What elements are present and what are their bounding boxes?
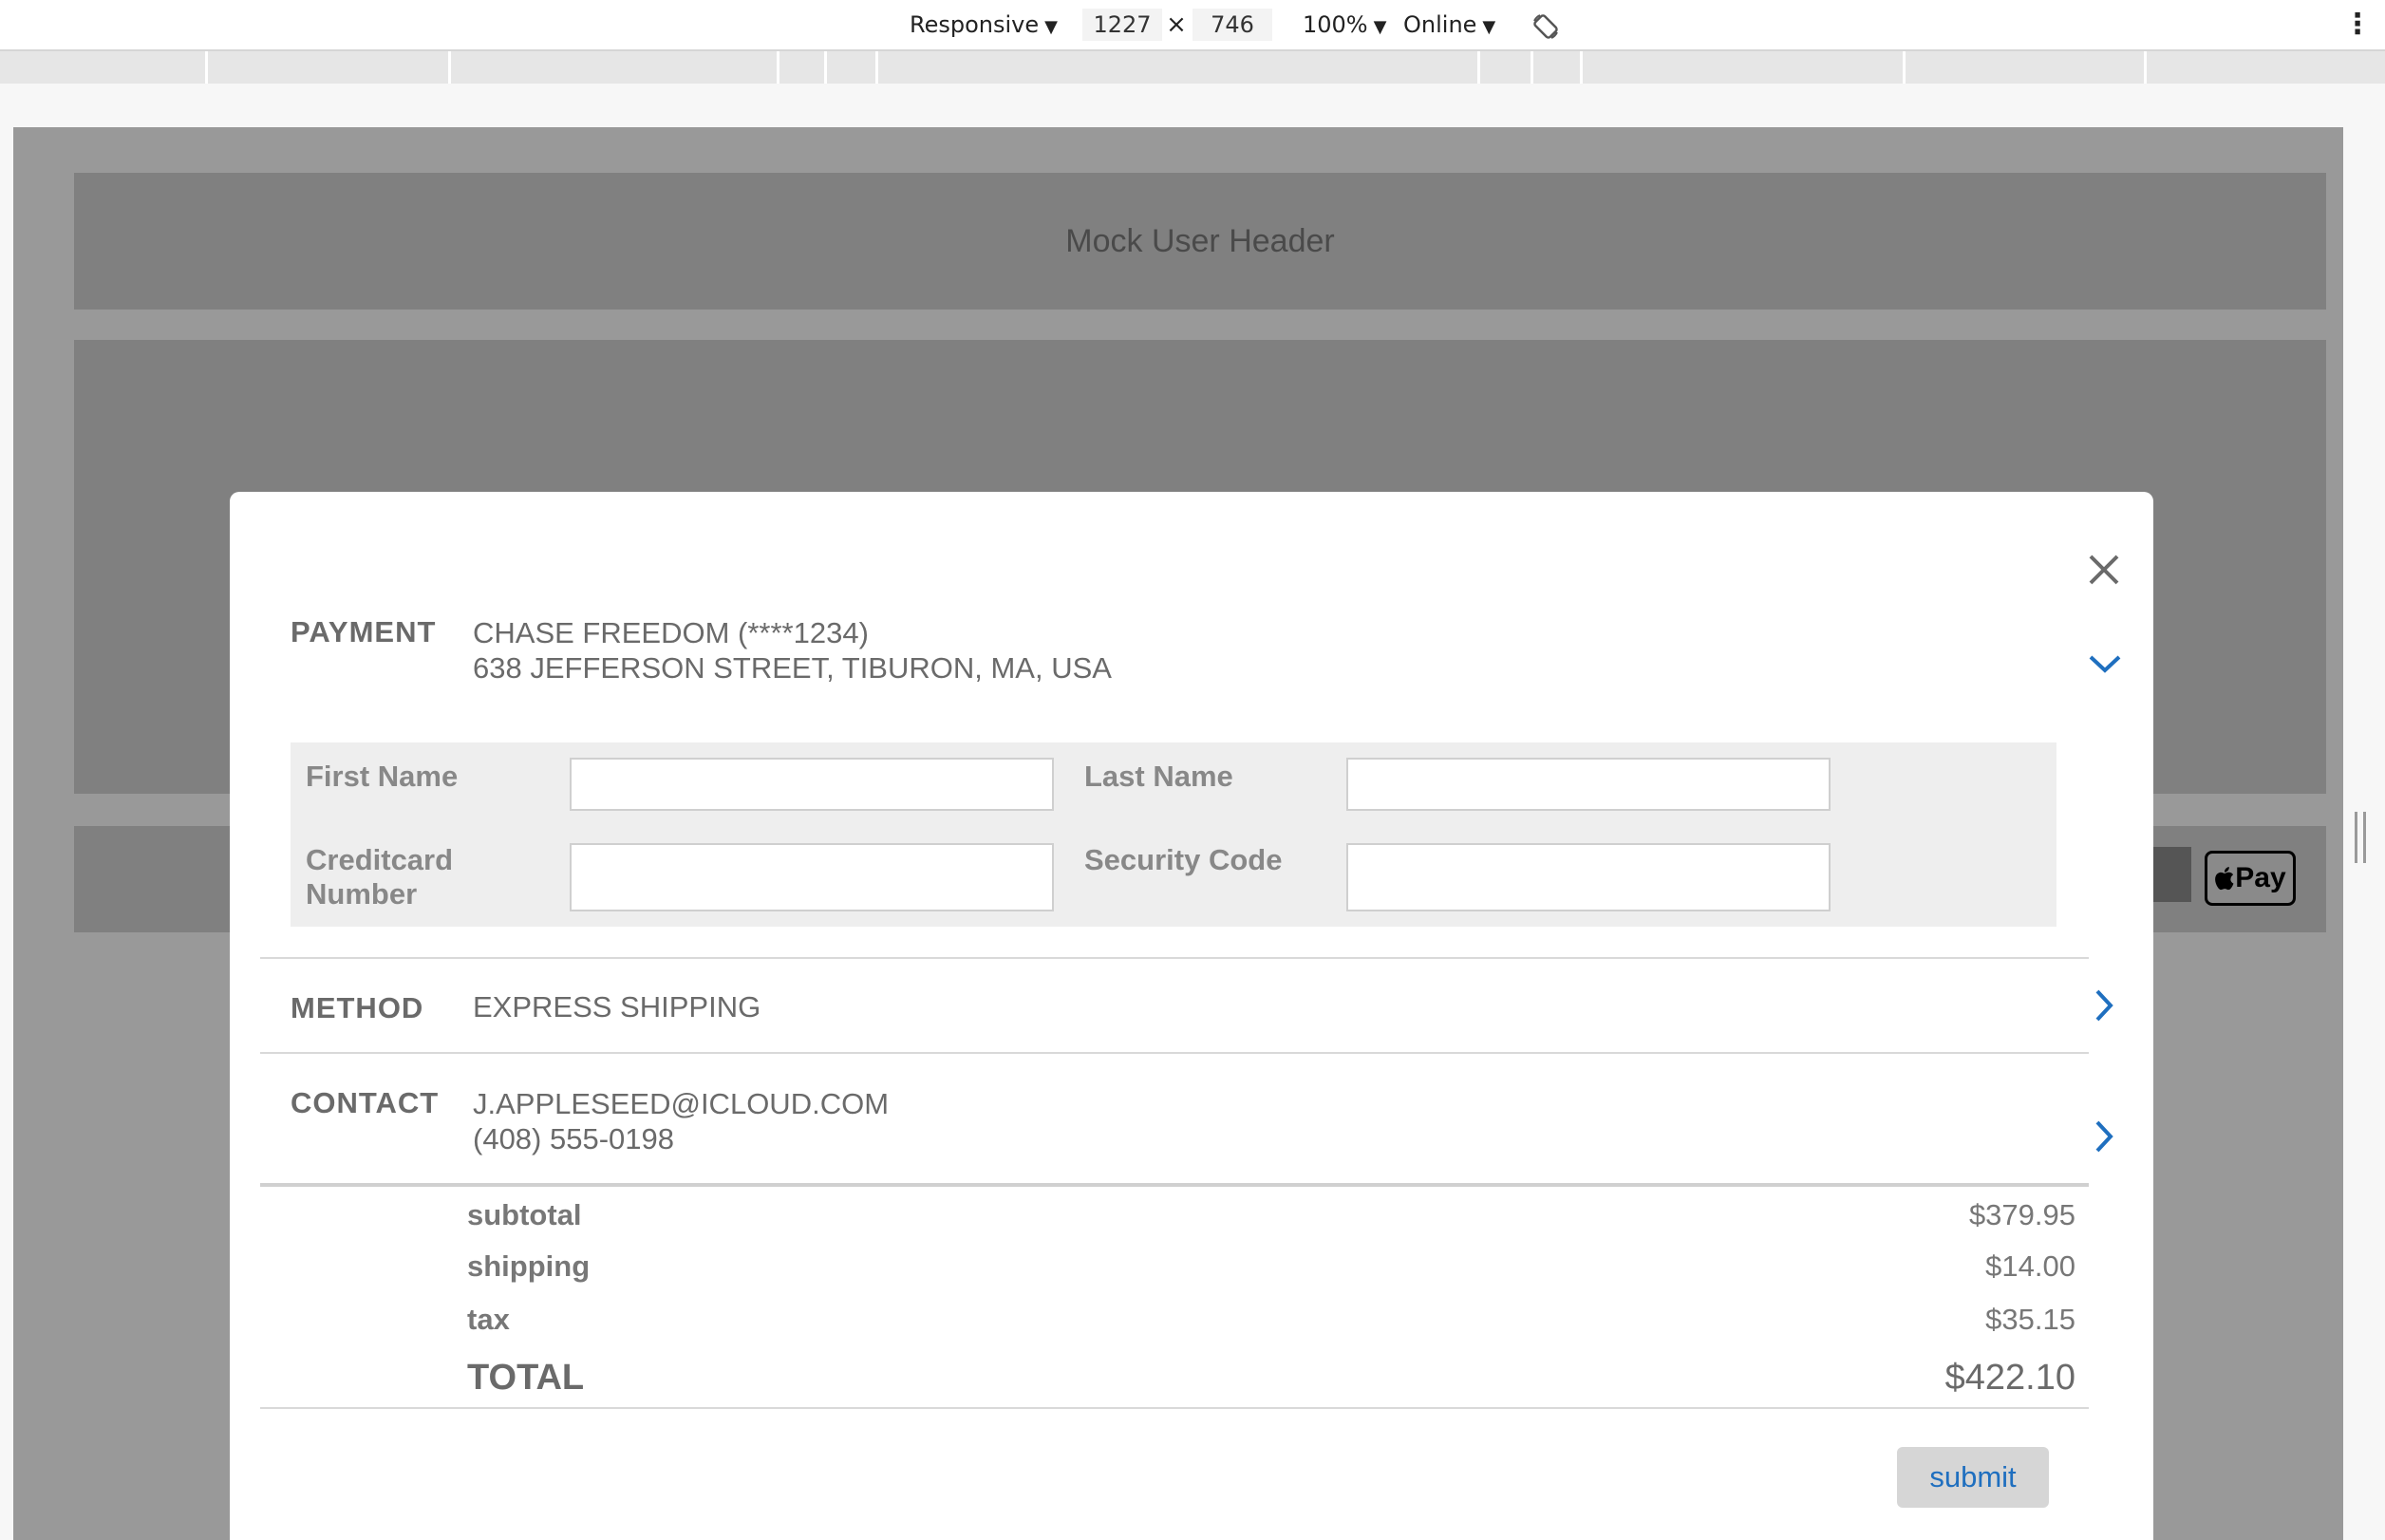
security-code-field[interactable] <box>1346 843 1831 911</box>
submit-button[interactable]: submit <box>1897 1447 2049 1508</box>
card-number-label-line1: Creditcard <box>306 843 454 876</box>
section-divider <box>260 1183 2089 1187</box>
viewport-width-input[interactable]: 1227 <box>1082 9 1162 41</box>
ruler-divider <box>1580 51 1583 84</box>
shipping-label: shipping <box>467 1249 591 1283</box>
devtools-device-toolbar: Responsive ▼ 1227 × 746 100% ▼ Online ▼ ⋮ <box>0 0 2385 51</box>
tax-value: $35.15 <box>1985 1303 2075 1336</box>
contact-email-text: J.APPLESEED@ICLOUD.COM <box>473 1087 890 1120</box>
apple-pay-label: Pay <box>2235 862 2286 893</box>
zoom-select-label: 100% <box>1303 11 1368 38</box>
apple-icon <box>2215 867 2234 891</box>
network-caret-icon: ▼ <box>1482 17 1496 37</box>
close-icon[interactable] <box>2083 549 2125 591</box>
card-number-field[interactable] <box>570 843 1054 911</box>
ruler-divider <box>1477 51 1480 84</box>
media-query-bar[interactable] <box>0 51 2385 84</box>
card-number-label: Creditcard Number <box>306 843 453 911</box>
ruler-divider <box>205 51 208 84</box>
viewport-height-input[interactable]: 746 <box>1192 9 1272 41</box>
network-throttle-select[interactable]: Online ▼ <box>1403 0 1495 49</box>
total-label: TOTAL <box>467 1358 585 1398</box>
section-divider <box>260 957 2089 959</box>
ruler-divider <box>1531 51 1533 84</box>
security-code-label: Security Code <box>1084 843 1283 876</box>
network-select-label: Online <box>1403 11 1477 38</box>
method-chevron-right-icon[interactable] <box>2093 987 2115 1024</box>
total-value: $422.10 <box>1944 1358 2075 1398</box>
ruler-divider <box>777 51 779 84</box>
device-caret-icon: ▼ <box>1044 17 1058 37</box>
ruler-divider <box>2144 51 2147 84</box>
shipping-value: $14.00 <box>1985 1249 2075 1283</box>
payment-sheet-modal: PAYMENT CHASE FREEDOM (****1234) 638 JEF… <box>230 492 2153 1540</box>
payment-address-text: 638 JEFFERSON STREET, TIBURON, MA, USA <box>473 651 1112 685</box>
last-name-label: Last Name <box>1084 760 1233 793</box>
contact-phone-text: (408) 555-0198 <box>473 1122 674 1155</box>
first-name-label: First Name <box>306 760 459 793</box>
more-vertical-icon[interactable]: ⋮ <box>2343 0 2372 49</box>
section-divider <box>260 1052 2089 1054</box>
subtotal-label: subtotal <box>467 1198 582 1231</box>
contact-section-label: CONTACT <box>291 1086 440 1119</box>
chevron-down-icon[interactable] <box>2087 651 2123 676</box>
viewport-resize-handle[interactable] <box>2355 812 2366 863</box>
first-name-field[interactable] <box>570 758 1054 811</box>
shipping-method-text: EXPRESS SHIPPING <box>473 990 761 1024</box>
method-section-label: METHOD <box>291 991 424 1024</box>
card-details-form: First Name Last Name Creditcard Number S… <box>291 742 2056 927</box>
mock-header-text: Mock User Header <box>1065 222 1335 259</box>
tax-label: tax <box>467 1303 510 1336</box>
zoom-select[interactable]: 100% ▼ <box>1303 0 1386 49</box>
device-select[interactable]: Responsive ▼ <box>910 0 1058 49</box>
times-icon: × <box>1166 10 1187 39</box>
rotate-icon[interactable] <box>1531 9 1561 40</box>
ruler-divider <box>875 51 878 84</box>
zoom-caret-icon: ▼ <box>1373 17 1387 37</box>
subtotal-value: $379.95 <box>1968 1198 2075 1231</box>
ruler-divider <box>1903 51 1906 84</box>
device-select-label: Responsive <box>910 11 1040 38</box>
emulated-viewport: Mock User Header Pay PAYMENT CHASE FREED… <box>13 127 2343 1540</box>
section-divider <box>260 1407 2089 1409</box>
ruler-divider <box>824 51 827 84</box>
payment-section-label: PAYMENT <box>291 615 437 648</box>
payment-card-text: CHASE FREEDOM (****1234) <box>473 616 869 649</box>
contact-chevron-right-icon[interactable] <box>2093 1118 2115 1155</box>
ruler-divider <box>448 51 451 84</box>
last-name-field[interactable] <box>1346 758 1831 811</box>
apple-pay-button[interactable]: Pay <box>2205 851 2296 906</box>
mock-user-header: Mock User Header <box>74 173 2326 310</box>
card-number-label-line2: Number <box>306 877 418 911</box>
